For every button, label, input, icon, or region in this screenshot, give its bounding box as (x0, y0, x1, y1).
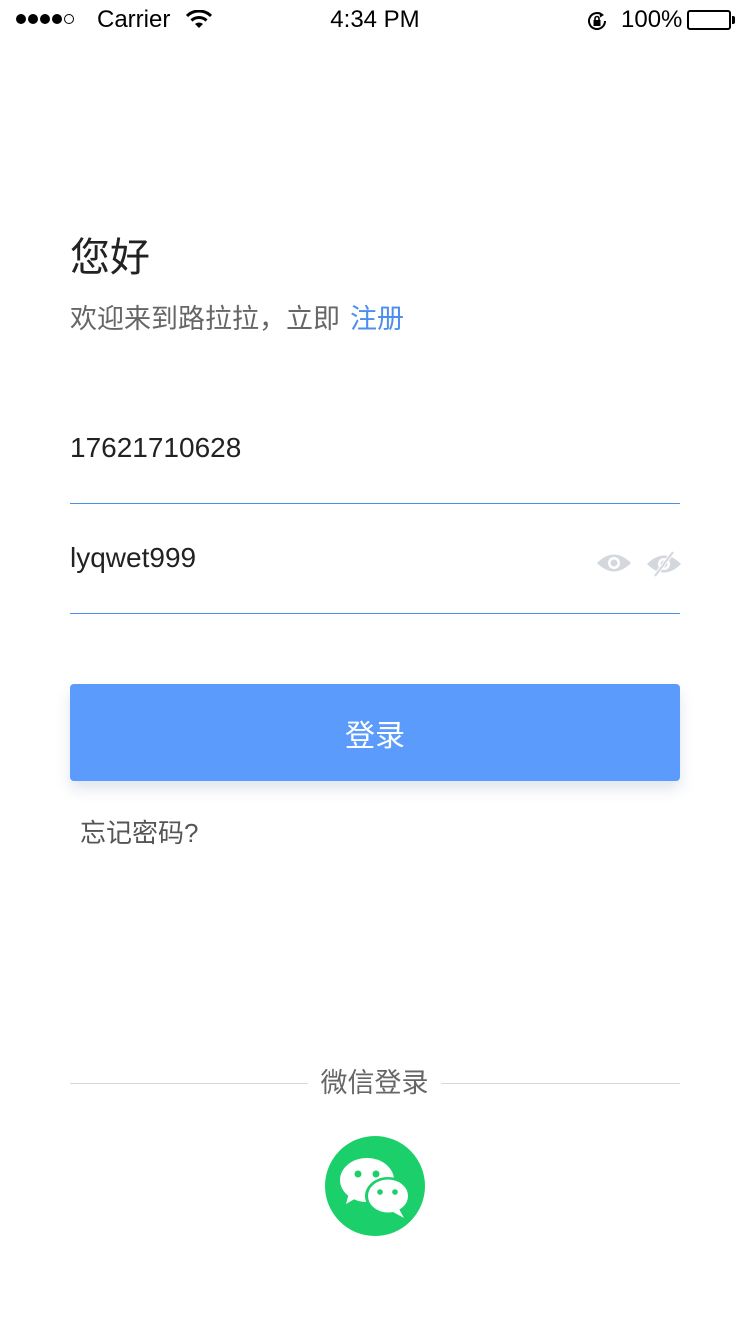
status-bar: Carrier 4:34 PM 100% (0, 0, 750, 40)
wechat-login-button[interactable] (325, 1136, 425, 1236)
battery-icon (687, 10, 735, 30)
wechat-login-label: 微信登录 (320, 1068, 429, 1098)
battery-percent: 100% (621, 6, 683, 33)
eye-off-icon[interactable] (646, 550, 682, 583)
forgot-password-link[interactable]: 忘记密码? (80, 814, 198, 852)
password-input[interactable] (70, 538, 570, 578)
divider-right (441, 1083, 680, 1084)
page-title: 您好 (70, 236, 150, 280)
welcome-text: 欢迎来到路拉拉，立即 (70, 304, 340, 334)
phone-input[interactable] (70, 428, 570, 468)
phone-field (70, 420, 680, 504)
divider-left (70, 1083, 308, 1084)
rotation-lock-icon (585, 9, 609, 38)
password-field (70, 530, 682, 614)
wechat-icon (340, 1158, 411, 1218)
login-button[interactable]: 登录 (70, 684, 680, 781)
register-link[interactable]: 注册 (350, 304, 404, 334)
welcome-text-line: 欢迎来到路拉拉，立即 注册 (70, 300, 404, 338)
eye-icon[interactable] (596, 552, 632, 579)
